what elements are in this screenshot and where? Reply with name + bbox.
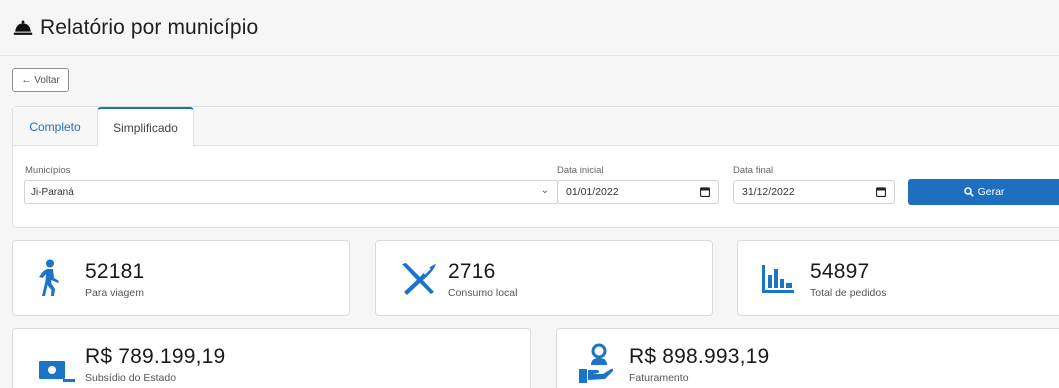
back-button[interactable]: ← Voltar (12, 68, 69, 92)
stat-value: R$ 789.199,19 (85, 345, 226, 368)
municipio-label: Municípios (25, 165, 71, 176)
utensils-icon (402, 263, 436, 295)
arrow-left-icon: ← (21, 74, 33, 86)
stat-caption: Faturamento (629, 372, 689, 384)
calendar-icon[interactable] (700, 187, 710, 197)
municipio-select[interactable]: Ji-Paraná ⌄ (24, 180, 558, 204)
calendar-icon[interactable] (876, 187, 886, 197)
stat-card-para-viagem: 52181 Para viagem (12, 240, 350, 316)
stat-caption: Para viagem (85, 287, 144, 299)
chevron-down-icon: ⌄ (540, 185, 549, 196)
title-wrap: Relatório por município (12, 16, 258, 40)
stat-value: 54897 (810, 260, 870, 283)
data-final-label: Data final (733, 165, 774, 176)
money-bill-icon (39, 361, 75, 382)
bar-chart-icon (762, 265, 794, 293)
stat-caption: Subsídio do Estado (85, 372, 177, 384)
bell-icon (13, 20, 33, 35)
search-icon (963, 187, 974, 197)
page-title: Relatório por município (40, 16, 259, 39)
data-inicial-input[interactable]: 01/01/2022 (557, 180, 719, 204)
tab-completo[interactable]: Completo (13, 107, 97, 147)
municipio-value: Ji-Paraná (31, 186, 74, 198)
stat-card-total-pedidos: 54897 Total de pedidos (737, 240, 1059, 316)
data-inicial-label: Data inicial (557, 165, 604, 176)
data-inicial-value: 01/01/2022 (566, 186, 619, 198)
page-header: Relatório por município (0, 0, 1059, 56)
data-final-value: 31/12/2022 (742, 186, 795, 198)
tab-simplificado[interactable]: Simplificado (97, 107, 194, 147)
generate-button-label: Gerar (977, 186, 1005, 198)
stat-value: 52181 (85, 260, 145, 283)
stat-card-subsidio: R$ 789.199,19 Subsídio do Estado (12, 328, 531, 388)
stat-value: 2716 (448, 260, 496, 283)
stat-value: R$ 898.993,19 (629, 345, 770, 368)
filter-panel: Completo Simplificado Municípios Ji-Para… (12, 106, 1059, 228)
generate-button[interactable]: Gerar (908, 179, 1059, 205)
back-button-label: Voltar (34, 74, 60, 86)
hand-holding-user-icon (579, 343, 613, 383)
stat-caption: Total de pedidos (810, 287, 887, 299)
stat-card-consumo-local: 2716 Consumo local (375, 240, 713, 316)
data-final-input[interactable]: 31/12/2022 (733, 180, 895, 204)
stat-caption: Consumo local (448, 287, 518, 299)
stat-card-faturamento: R$ 898.993,19 Faturamento (556, 328, 1059, 388)
walking-person-icon (39, 259, 59, 296)
